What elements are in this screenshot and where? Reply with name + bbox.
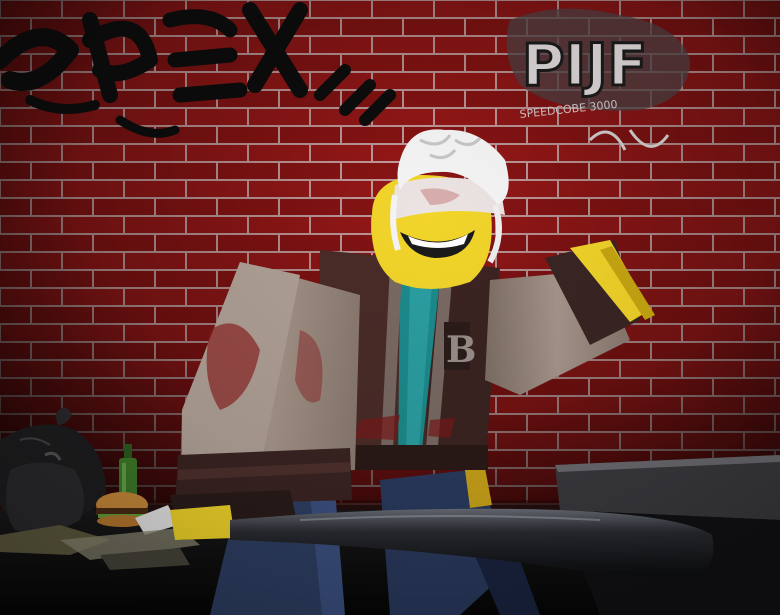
game-scene: PIJF SPEEDCOBE 3000 B bbox=[0, 0, 780, 615]
